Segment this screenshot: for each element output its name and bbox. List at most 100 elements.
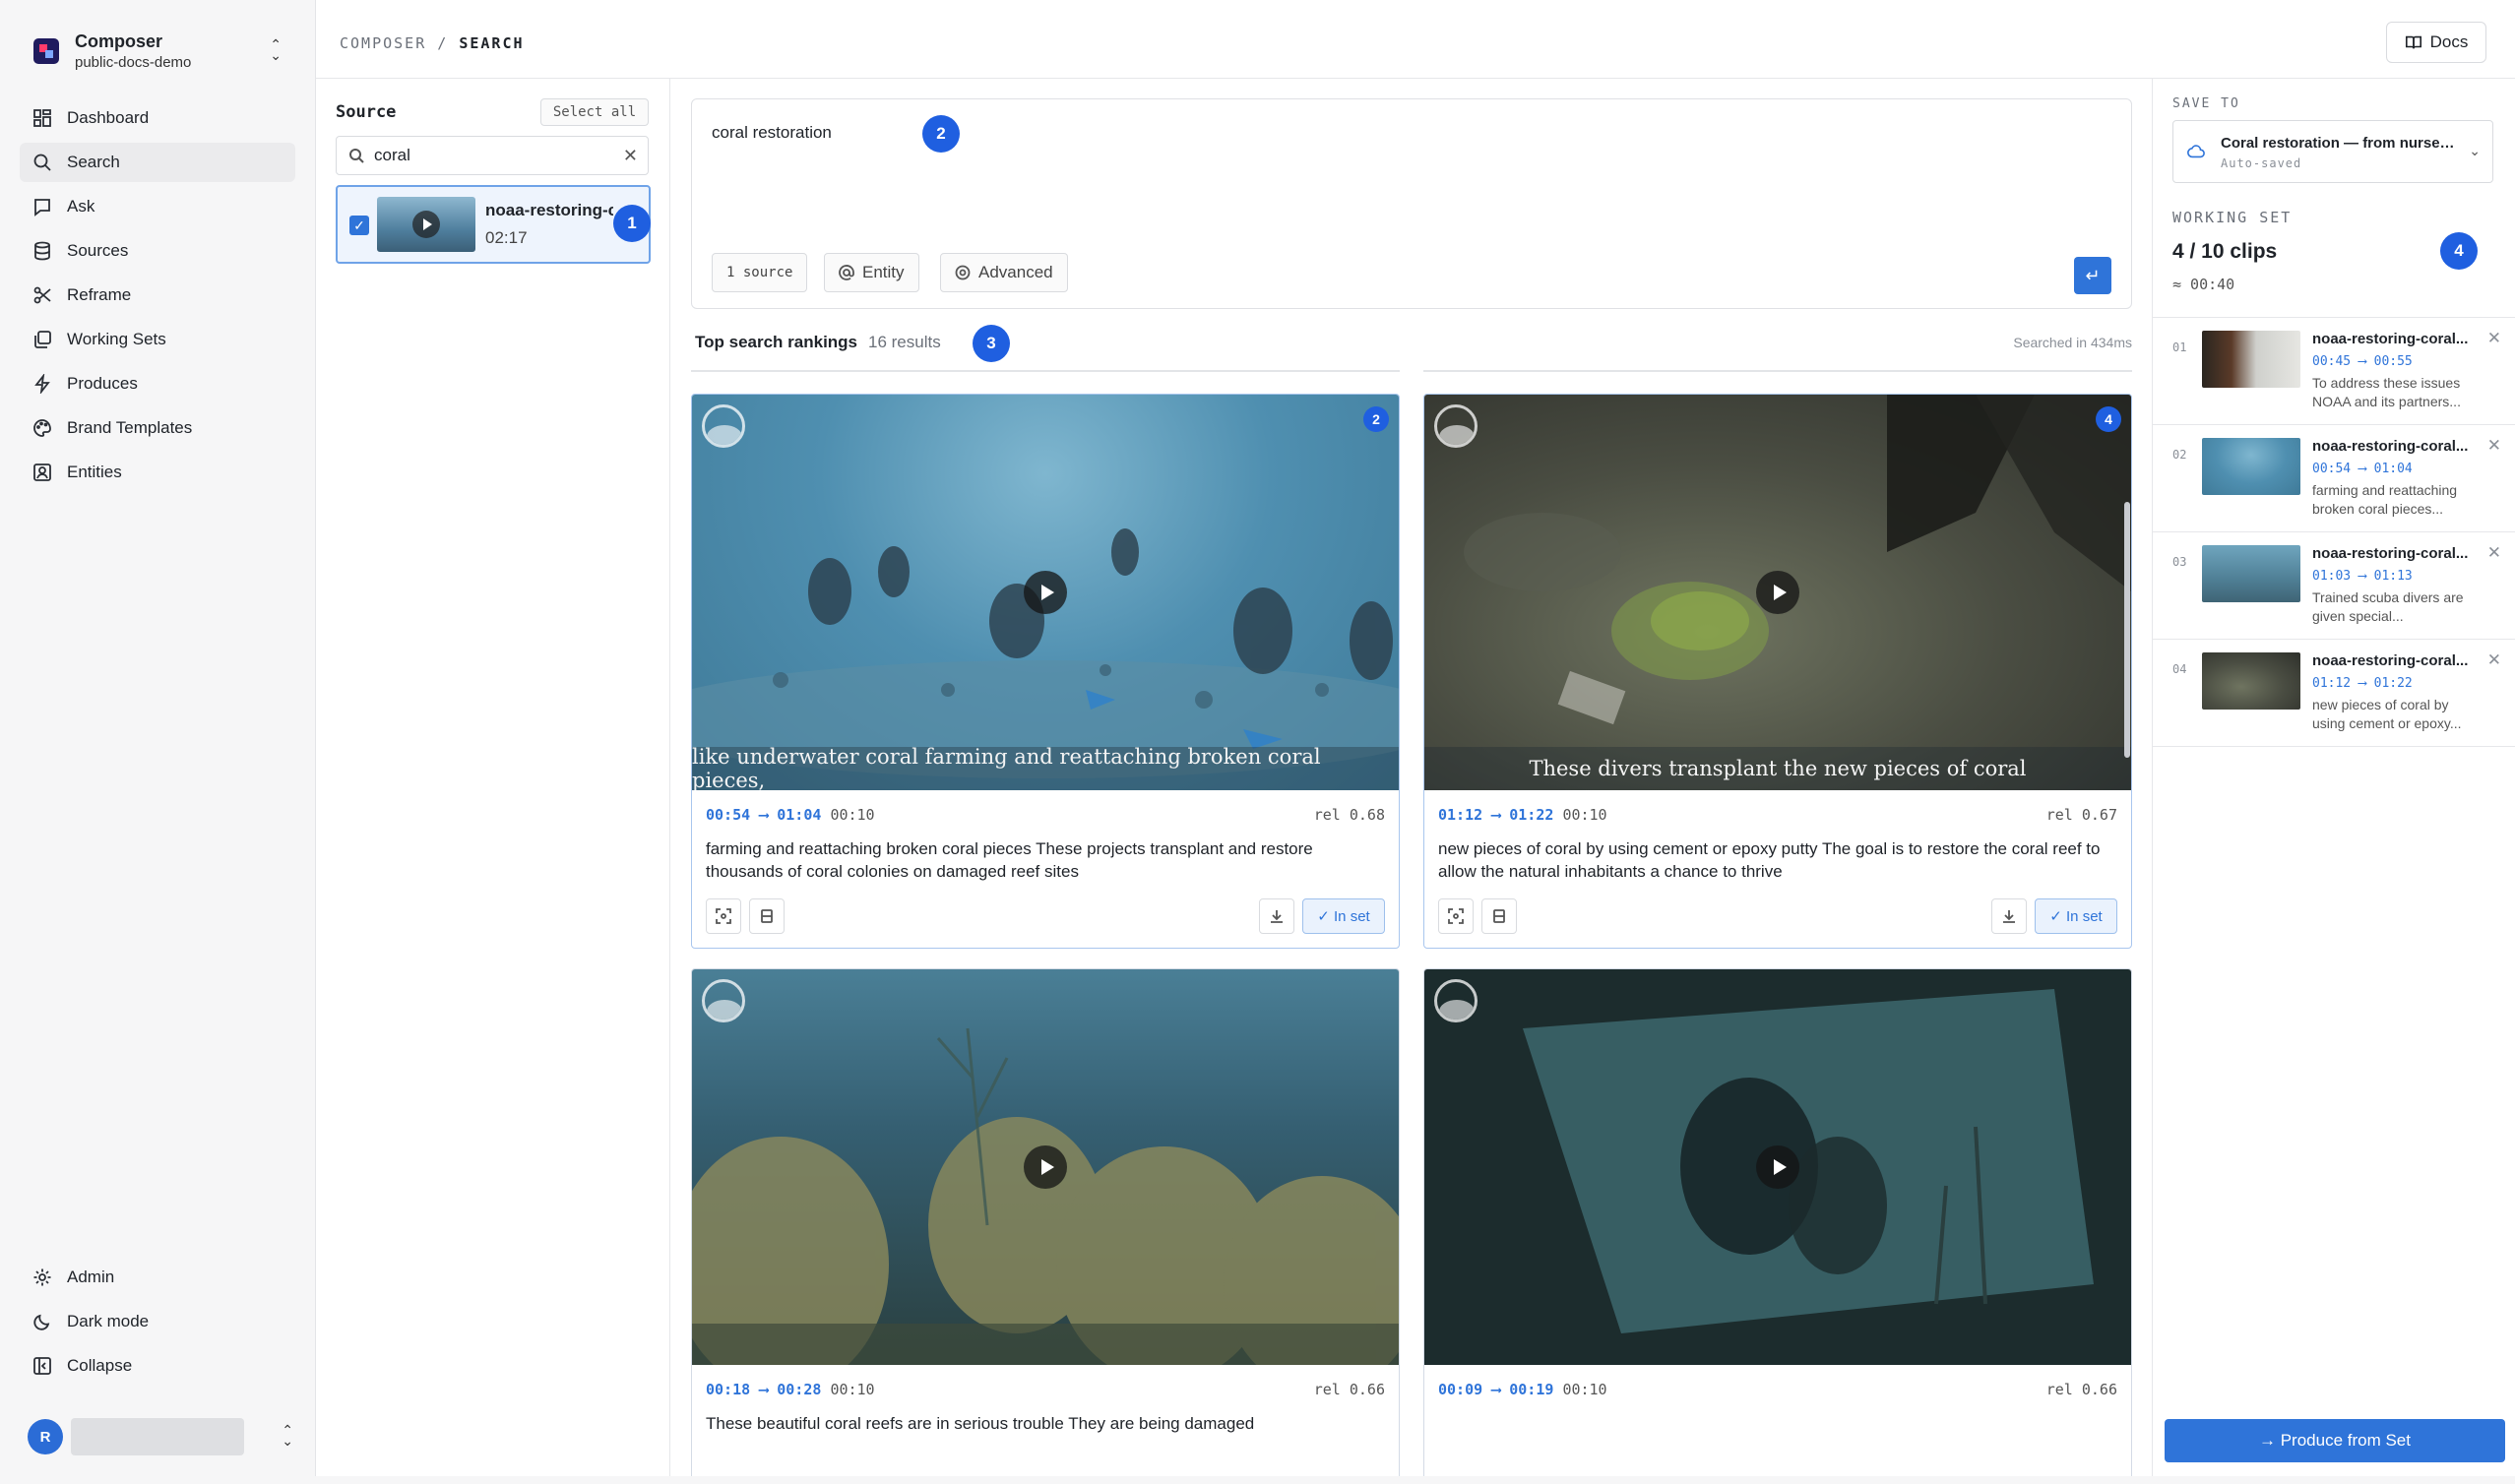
working-set-clip[interactable]: 04 noaa-restoring-coral... 01:12 ⟶ 01:22…	[2153, 641, 2515, 747]
working-set-panel: SAVE TO Coral restoration — from nurser.…	[2152, 79, 2515, 1476]
search-icon	[31, 152, 53, 173]
source-search-input[interactable]	[374, 146, 610, 165]
rank-badge: 2	[1363, 406, 1389, 432]
clip-index: 01	[2172, 340, 2187, 354]
result-card[interactable]: 2 like underwater coral farming and reat…	[691, 394, 1400, 949]
focus-button[interactable]	[1438, 898, 1474, 934]
nav-label: Entities	[67, 463, 122, 481]
result-card[interactable]: 4 These divers transplant the new pieces…	[1423, 394, 2132, 949]
result-card[interactable]: 00:18 ⟶ 00:28 00:10 rel 0.66 These beaut…	[691, 968, 1400, 1476]
scrollbar[interactable]	[2124, 502, 2130, 758]
remove-clip-icon[interactable]: ✕	[2487, 543, 2501, 563]
clip-thumbnail	[2202, 545, 2300, 602]
grid-icon	[31, 107, 53, 129]
arrow: ⟶	[1491, 1381, 1501, 1398]
clip-index: 04	[2172, 662, 2187, 676]
clip-name: noaa-restoring-coral...	[2312, 331, 2469, 347]
entity-chip[interactable]: Entity	[824, 253, 919, 292]
arrow: ⟶	[1491, 806, 1501, 824]
nav-item-dashboard[interactable]: Dashboard	[20, 98, 295, 138]
nav-item-produces[interactable]: Produces	[20, 364, 295, 403]
nav-item-sources[interactable]: Sources	[20, 231, 295, 271]
clip-name: noaa-restoring-coral...	[2312, 652, 2469, 669]
produce-from-set-button[interactable]: → Produce from Set	[2165, 1419, 2505, 1462]
query-text[interactable]: coral restoration	[712, 123, 832, 143]
clip-description: farming and reattaching broken coral pie…	[2312, 482, 2458, 517]
duration: 00:10	[1562, 1381, 1607, 1398]
play-icon[interactable]	[1756, 571, 1799, 614]
play-icon[interactable]	[1024, 571, 1067, 614]
duration: 00:10	[830, 806, 875, 824]
working-set-duration: ≈ 00:40	[2172, 276, 2235, 293]
user-name-redacted	[71, 1418, 244, 1455]
timecode: 01:12 ⟶ 01:22 00:10	[1438, 806, 1607, 824]
nav-item-admin[interactable]: Admin	[20, 1258, 295, 1297]
step-badge-4: 4	[2440, 232, 2478, 270]
result-card[interactable]: 00:09 ⟶ 00:19 00:10 rel 0.66	[1423, 968, 2132, 1476]
save-to-select[interactable]: Coral restoration — from nurser... Auto-…	[2172, 120, 2493, 183]
video-thumbnail[interactable]: 2 like underwater coral farming and reat…	[692, 395, 1399, 790]
docs-button[interactable]: Docs	[2386, 22, 2486, 63]
working-set-clip[interactable]: 02 noaa-restoring-coral... 00:54 ⟶ 01:04…	[2153, 426, 2515, 532]
download-button[interactable]	[1991, 898, 2027, 934]
focus-button[interactable]	[706, 898, 741, 934]
layers-icon	[31, 329, 53, 350]
nav-label: Search	[67, 153, 120, 171]
save-target-name: Coral restoration — from nurser...	[2221, 135, 2457, 152]
transcript-text: These beautiful coral reefs are in serio…	[706, 1414, 1255, 1433]
source-thumbnail	[377, 197, 475, 252]
select-all-button[interactable]: Select all	[540, 98, 649, 126]
video-thumbnail[interactable]: 4 These divers transplant the new pieces…	[1424, 395, 2131, 790]
remove-clip-icon[interactable]: ✕	[2487, 329, 2501, 348]
workspace-switcher[interactable]: Composer public-docs-demo ⌃ ⌄	[20, 24, 295, 79]
remove-clip-icon[interactable]: ✕	[2487, 650, 2501, 670]
in-set-button[interactable]: ✓ In set	[2035, 898, 2117, 934]
nav-item-search[interactable]: Search	[20, 143, 295, 182]
query-editor[interactable]: coral restoration 2 1 source Entity Adva…	[691, 98, 2132, 309]
clip-timecode: 01:12 ⟶ 01:22	[2312, 676, 2413, 691]
nav-label: Dark mode	[67, 1312, 150, 1330]
submit-query-button[interactable]: ↵	[2074, 257, 2111, 294]
nav-label: Brand Templates	[67, 418, 193, 437]
clear-icon[interactable]: ✕	[623, 146, 638, 166]
nav-item-working-sets[interactable]: Working Sets	[20, 320, 295, 359]
nav-item-dark-mode[interactable]: Dark mode	[20, 1302, 295, 1341]
film-button[interactable]	[1481, 898, 1517, 934]
source-item[interactable]: ✓ noaa-restoring-c 02:17	[336, 185, 651, 264]
nav-item-brand-templates[interactable]: Brand Templates	[20, 408, 295, 448]
video-thumbnail[interactable]	[692, 969, 1399, 1365]
nav-item-entities[interactable]: Entities	[20, 453, 295, 492]
film-button[interactable]	[749, 898, 785, 934]
source-duration: 02:17	[485, 228, 528, 247]
working-set-clip[interactable]: 03 noaa-restoring-coral... 01:03 ⟶ 01:13…	[2153, 533, 2515, 640]
rankings-title: Top search rankings	[695, 333, 858, 351]
clip-thumbnail	[2202, 331, 2300, 388]
breadcrumb: COMPOSER / SEARCH	[340, 34, 525, 52]
working-set-clip[interactable]: 01 noaa-restoring-coral... 00:45 ⟶ 00:55…	[2153, 319, 2515, 425]
play-icon[interactable]	[1756, 1145, 1799, 1189]
nav-label: Admin	[67, 1268, 115, 1286]
film-icon	[761, 909, 773, 923]
user-menu[interactable]: R ⌃ ⌄	[28, 1417, 293, 1456]
breadcrumb-separator: /	[437, 34, 449, 52]
download-button[interactable]	[1259, 898, 1294, 934]
scissors-icon	[31, 284, 53, 306]
nav-item-reframe[interactable]: Reframe	[20, 276, 295, 315]
nav-item-ask[interactable]: Ask	[20, 187, 295, 226]
play-icon[interactable]	[1024, 1145, 1067, 1189]
relevance-score: rel 0.68	[1313, 806, 1385, 824]
working-set-count: 4 / 10 clips	[2172, 240, 2278, 263]
breadcrumb-root[interactable]: COMPOSER	[340, 34, 426, 52]
source-filter-chip[interactable]: 1 source	[712, 253, 808, 292]
start-time: 01:12	[1438, 806, 1483, 824]
nav-item-collapse[interactable]: Collapse	[20, 1346, 295, 1386]
results-count: 16 results	[868, 333, 941, 351]
video-thumbnail[interactable]	[1424, 969, 2131, 1365]
source-checkbox[interactable]: ✓	[349, 216, 369, 235]
transcript-text: farming and reattaching broken coral pie…	[706, 839, 1313, 881]
remove-clip-icon[interactable]: ✕	[2487, 436, 2501, 456]
in-set-button[interactable]: ✓ In set	[1302, 898, 1385, 934]
arrow: ⟶	[759, 1381, 769, 1398]
advanced-chip[interactable]: Advanced	[940, 253, 1068, 292]
nav-label: Collapse	[67, 1356, 133, 1375]
